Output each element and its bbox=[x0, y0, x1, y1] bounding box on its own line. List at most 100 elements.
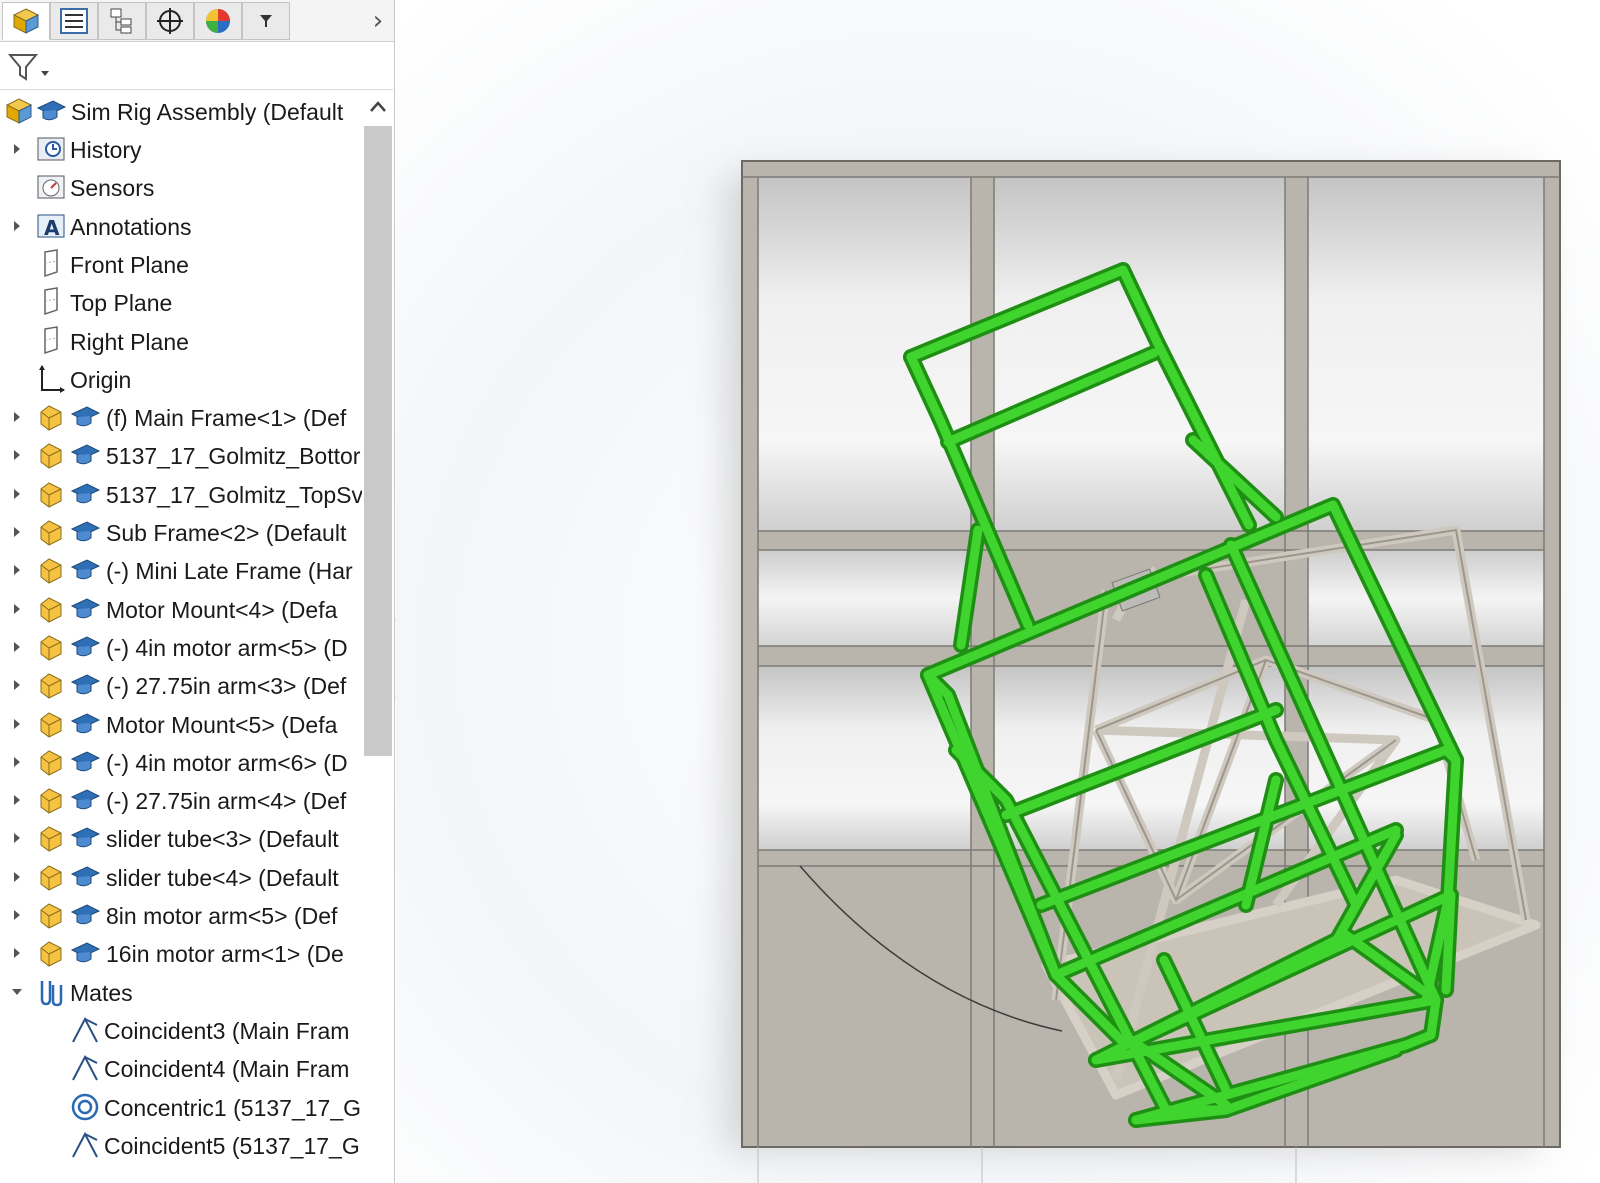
chevron-right-icon[interactable]: › bbox=[366, 6, 390, 36]
caret-right-icon[interactable] bbox=[10, 945, 24, 961]
caret-right-icon[interactable] bbox=[10, 677, 24, 693]
caret-right-icon[interactable] bbox=[10, 141, 24, 157]
graduation-cap-icon bbox=[70, 559, 100, 580]
graduation-cap-icon bbox=[70, 904, 100, 925]
tree-item[interactable]: Mates bbox=[0, 973, 362, 1012]
tree-item-label: Right Plane bbox=[70, 328, 189, 355]
tree-item[interactable]: Coincident3 (Main Fram bbox=[0, 1011, 362, 1050]
tree-item[interactable]: (-) 4in motor arm<6> (D bbox=[0, 743, 362, 782]
caret-right-icon[interactable] bbox=[10, 792, 24, 808]
annotations-icon: A bbox=[37, 214, 65, 240]
graduation-cap-icon bbox=[70, 827, 100, 848]
tab-display-manager[interactable] bbox=[194, 2, 242, 40]
tab-configuration-manager[interactable] bbox=[98, 2, 146, 40]
graduation-cap-icon bbox=[36, 100, 66, 121]
graduation-cap-icon bbox=[70, 866, 100, 886]
tree-item[interactable]: (-) 4in motor arm<5> (D bbox=[0, 628, 362, 667]
graduation-cap-icon bbox=[70, 521, 100, 542]
funnel-icon bbox=[7, 54, 49, 81]
tree-item[interactable]: slider tube<4> (Default bbox=[0, 858, 362, 897]
tree-item[interactable]: Right Plane bbox=[0, 322, 362, 361]
feature-manager-panel: › Sim Rig Assembly (Default History Senso… bbox=[0, 0, 395, 1183]
origin-icon bbox=[39, 364, 65, 393]
graduation-cap-icon bbox=[70, 598, 100, 618]
tab-property-manager[interactable] bbox=[50, 2, 98, 40]
component-icon bbox=[40, 635, 62, 661]
caret-right-icon[interactable] bbox=[10, 601, 24, 617]
caret-right-icon[interactable] bbox=[10, 524, 24, 540]
scroll-up-button[interactable] bbox=[362, 92, 393, 122]
tree-item-label: Mates bbox=[70, 979, 133, 1006]
caret-down-icon[interactable] bbox=[10, 984, 24, 1000]
tree-root-label: Sim Rig Assembly (Default bbox=[71, 99, 344, 125]
component-icon bbox=[40, 750, 62, 776]
component-icon bbox=[40, 826, 62, 852]
tree-item[interactable]: Top Plane bbox=[0, 283, 362, 322]
tree-item-label: (-) Mini Late Frame (Har bbox=[106, 558, 353, 585]
component-icon bbox=[40, 711, 62, 738]
caret-right-icon[interactable] bbox=[10, 716, 24, 732]
tree-item[interactable]: (-) 27.75in arm<4> (Def bbox=[0, 781, 362, 820]
tree-item[interactable]: Front Plane bbox=[0, 245, 362, 284]
property-list-icon bbox=[60, 8, 88, 34]
caret-right-icon[interactable] bbox=[10, 830, 24, 846]
tree-item[interactable]: Motor Mount<4> (Defa bbox=[0, 590, 362, 629]
tree-item-label: (f) Main Frame<1> (Def bbox=[106, 405, 347, 432]
tree-item-label: Coincident4 (Main Fram bbox=[104, 1056, 350, 1083]
tree-item-label: Concentric1 (5137_17_G bbox=[104, 1094, 361, 1121]
tree-item[interactable]: History bbox=[0, 130, 362, 169]
tree-item[interactable]: Coincident4 (Main Fram bbox=[0, 1049, 362, 1088]
component-icon bbox=[40, 865, 62, 891]
graduation-cap-icon bbox=[70, 674, 100, 695]
scroll-thumb[interactable] bbox=[364, 126, 392, 756]
plane-icon bbox=[44, 325, 58, 354]
tree-item[interactable]: Motor Mount<5> (Defa bbox=[0, 705, 362, 744]
caret-right-icon[interactable] bbox=[10, 218, 24, 234]
graphics-viewport[interactable] bbox=[396, 0, 1600, 1183]
tree-item[interactable]: Sensors bbox=[0, 168, 362, 207]
tree-item[interactable]: (-) Mini Late Frame (Har bbox=[0, 551, 362, 590]
tree-item-label: Sub Frame<2> (Default bbox=[106, 520, 347, 546]
tree-item[interactable]: (-) 27.75in arm<3> (Def bbox=[0, 666, 362, 705]
tree-item-label: (-) 4in motor arm<6> (D bbox=[106, 749, 348, 776]
tree-item[interactable]: Origin bbox=[0, 360, 362, 399]
caret-right-icon[interactable] bbox=[10, 447, 24, 463]
svg-text:A: A bbox=[44, 216, 60, 240]
caret-right-icon[interactable] bbox=[10, 409, 24, 425]
tree-item[interactable]: A Annotations bbox=[0, 207, 362, 246]
tree-root[interactable]: Sim Rig Assembly (Default bbox=[0, 92, 362, 131]
tree-item[interactable]: Coincident5 (5137_17_G bbox=[0, 1126, 362, 1165]
caret-right-icon[interactable] bbox=[10, 639, 24, 655]
tree-item[interactable]: 5137_17_Golmitz_TopSv bbox=[0, 475, 362, 514]
caret-right-icon[interactable] bbox=[10, 486, 24, 502]
tree-item-label: Sensors bbox=[70, 175, 155, 202]
tree-item-label: slider tube<3> (Default bbox=[106, 826, 339, 853]
tree-item-label: Coincident5 (5137_17_G bbox=[104, 1132, 360, 1159]
filter-button[interactable] bbox=[7, 51, 50, 83]
graduation-cap-icon bbox=[70, 406, 100, 427]
caret-right-icon[interactable] bbox=[10, 754, 24, 770]
tree-item[interactable]: 8in motor arm<5> (Def bbox=[0, 896, 362, 935]
tree-item[interactable]: 16in motor arm<1> (De bbox=[0, 934, 362, 973]
tree-item[interactable]: (f) Main Frame<1> (Def bbox=[0, 398, 362, 437]
tree-item[interactable]: slider tube<3> (Default bbox=[0, 819, 362, 858]
caret-right-icon[interactable] bbox=[10, 869, 24, 885]
tree-item[interactable]: Sub Frame<2> (Default bbox=[0, 513, 362, 552]
tab-feature-manager[interactable] bbox=[2, 2, 50, 40]
history-icon bbox=[37, 137, 65, 161]
component-icon bbox=[40, 520, 62, 546]
graduation-cap-icon bbox=[70, 942, 100, 963]
coincident-mate-icon bbox=[72, 1016, 98, 1043]
caret-right-icon[interactable] bbox=[10, 907, 24, 923]
tree-item-label: Motor Mount<4> (Defa bbox=[106, 596, 338, 623]
configuration-icon bbox=[110, 8, 132, 34]
caret-right-icon[interactable] bbox=[10, 562, 24, 578]
tree-item[interactable]: Concentric1 (5137_17_G bbox=[0, 1088, 362, 1127]
tab-more[interactable] bbox=[242, 2, 290, 40]
crosshair-icon bbox=[157, 8, 183, 34]
component-icon bbox=[40, 597, 62, 623]
tree-item[interactable]: 5137_17_Golmitz_Bottor bbox=[0, 436, 362, 475]
coincident-mate-icon bbox=[72, 1055, 98, 1081]
tab-dimxpert-manager[interactable] bbox=[146, 2, 194, 40]
concentric-mate-icon bbox=[71, 1093, 99, 1120]
